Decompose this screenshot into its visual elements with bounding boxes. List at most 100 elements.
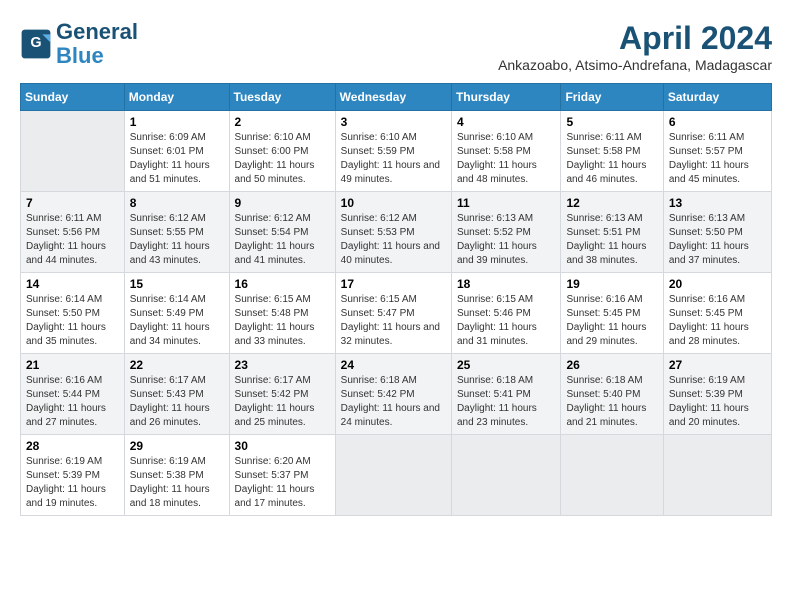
day-info: Sunrise: 6:20 AM Sunset: 5:37 PM Dayligh… [235,455,330,511]
day-number: 27 [669,358,766,372]
calendar-cell [561,435,663,516]
calendar-cell: 11 Sunrise: 6:13 AM Sunset: 5:52 PM Dayl… [451,192,561,273]
day-number: 11 [457,196,556,210]
calendar-cell: 28 Sunrise: 6:19 AM Sunset: 5:39 PM Dayl… [21,435,125,516]
calendar-week-row: 14 Sunrise: 6:14 AM Sunset: 5:50 PM Dayl… [21,273,772,354]
calendar-cell: 5 Sunrise: 6:11 AM Sunset: 5:58 PM Dayli… [561,111,663,192]
calendar-cell: 22 Sunrise: 6:17 AM Sunset: 5:43 PM Dayl… [124,354,229,435]
day-info: Sunrise: 6:14 AM Sunset: 5:50 PM Dayligh… [26,293,119,349]
day-info: Sunrise: 6:19 AM Sunset: 5:39 PM Dayligh… [669,374,766,430]
day-number: 16 [235,277,330,291]
calendar-cell [451,435,561,516]
calendar-cell: 20 Sunrise: 6:16 AM Sunset: 5:45 PM Dayl… [663,273,771,354]
calendar-cell: 12 Sunrise: 6:13 AM Sunset: 5:51 PM Dayl… [561,192,663,273]
day-number: 29 [130,439,224,453]
day-number: 1 [130,115,224,129]
calendar-cell: 16 Sunrise: 6:15 AM Sunset: 5:48 PM Dayl… [229,273,335,354]
day-number: 18 [457,277,556,291]
svg-text:G: G [30,35,41,51]
day-info: Sunrise: 6:15 AM Sunset: 5:47 PM Dayligh… [341,293,446,349]
day-info: Sunrise: 6:13 AM Sunset: 5:50 PM Dayligh… [669,212,766,268]
weekday-header-wednesday: Wednesday [335,84,451,111]
day-info: Sunrise: 6:19 AM Sunset: 5:39 PM Dayligh… [26,455,119,511]
weekday-header-tuesday: Tuesday [229,84,335,111]
calendar-cell: 2 Sunrise: 6:10 AM Sunset: 6:00 PM Dayli… [229,111,335,192]
calendar-cell: 8 Sunrise: 6:12 AM Sunset: 5:55 PM Dayli… [124,192,229,273]
day-info: Sunrise: 6:16 AM Sunset: 5:45 PM Dayligh… [669,293,766,349]
logo-text: GeneralBlue [56,20,138,68]
day-info: Sunrise: 6:09 AM Sunset: 6:01 PM Dayligh… [130,131,224,187]
calendar-cell: 29 Sunrise: 6:19 AM Sunset: 5:38 PM Dayl… [124,435,229,516]
day-info: Sunrise: 6:13 AM Sunset: 5:51 PM Dayligh… [566,212,657,268]
day-info: Sunrise: 6:16 AM Sunset: 5:44 PM Dayligh… [26,374,119,430]
day-number: 10 [341,196,446,210]
day-info: Sunrise: 6:11 AM Sunset: 5:58 PM Dayligh… [566,131,657,187]
day-info: Sunrise: 6:18 AM Sunset: 5:41 PM Dayligh… [457,374,556,430]
day-info: Sunrise: 6:15 AM Sunset: 5:48 PM Dayligh… [235,293,330,349]
day-number: 2 [235,115,330,129]
logo-icon: G [20,28,52,60]
day-number: 6 [669,115,766,129]
calendar-cell: 15 Sunrise: 6:14 AM Sunset: 5:49 PM Dayl… [124,273,229,354]
day-info: Sunrise: 6:18 AM Sunset: 5:42 PM Dayligh… [341,374,446,430]
day-number: 12 [566,196,657,210]
day-number: 22 [130,358,224,372]
calendar-cell: 24 Sunrise: 6:18 AM Sunset: 5:42 PM Dayl… [335,354,451,435]
calendar-cell: 9 Sunrise: 6:12 AM Sunset: 5:54 PM Dayli… [229,192,335,273]
day-number: 3 [341,115,446,129]
day-number: 21 [26,358,119,372]
day-number: 24 [341,358,446,372]
day-number: 17 [341,277,446,291]
title-block: April 2024 Ankazoabo, Atsimo-Andrefana, … [498,20,772,73]
calendar-cell: 27 Sunrise: 6:19 AM Sunset: 5:39 PM Dayl… [663,354,771,435]
day-number: 8 [130,196,224,210]
weekday-header-row: SundayMondayTuesdayWednesdayThursdayFrid… [21,84,772,111]
calendar-table: SundayMondayTuesdayWednesdayThursdayFrid… [20,83,772,516]
day-number: 26 [566,358,657,372]
day-number: 9 [235,196,330,210]
weekday-header-sunday: Sunday [21,84,125,111]
day-info: Sunrise: 6:11 AM Sunset: 5:56 PM Dayligh… [26,212,119,268]
calendar-cell: 10 Sunrise: 6:12 AM Sunset: 5:53 PM Dayl… [335,192,451,273]
day-info: Sunrise: 6:15 AM Sunset: 5:46 PM Dayligh… [457,293,556,349]
calendar-week-row: 7 Sunrise: 6:11 AM Sunset: 5:56 PM Dayli… [21,192,772,273]
day-number: 25 [457,358,556,372]
calendar-cell: 23 Sunrise: 6:17 AM Sunset: 5:42 PM Dayl… [229,354,335,435]
month-title: April 2024 [498,20,772,57]
weekday-header-thursday: Thursday [451,84,561,111]
weekday-header-monday: Monday [124,84,229,111]
day-info: Sunrise: 6:12 AM Sunset: 5:54 PM Dayligh… [235,212,330,268]
day-info: Sunrise: 6:10 AM Sunset: 6:00 PM Dayligh… [235,131,330,187]
calendar-cell: 4 Sunrise: 6:10 AM Sunset: 5:58 PM Dayli… [451,111,561,192]
calendar-cell: 21 Sunrise: 6:16 AM Sunset: 5:44 PM Dayl… [21,354,125,435]
day-number: 28 [26,439,119,453]
calendar-week-row: 21 Sunrise: 6:16 AM Sunset: 5:44 PM Dayl… [21,354,772,435]
logo: G GeneralBlue [20,20,138,68]
calendar-cell [21,111,125,192]
day-info: Sunrise: 6:17 AM Sunset: 5:42 PM Dayligh… [235,374,330,430]
day-info: Sunrise: 6:13 AM Sunset: 5:52 PM Dayligh… [457,212,556,268]
day-number: 30 [235,439,330,453]
page-header: G GeneralBlue April 2024 Ankazoabo, Atsi… [20,20,772,73]
day-number: 20 [669,277,766,291]
weekday-header-friday: Friday [561,84,663,111]
calendar-cell [663,435,771,516]
calendar-cell: 30 Sunrise: 6:20 AM Sunset: 5:37 PM Dayl… [229,435,335,516]
calendar-cell: 1 Sunrise: 6:09 AM Sunset: 6:01 PM Dayli… [124,111,229,192]
calendar-week-row: 1 Sunrise: 6:09 AM Sunset: 6:01 PM Dayli… [21,111,772,192]
day-number: 4 [457,115,556,129]
day-info: Sunrise: 6:17 AM Sunset: 5:43 PM Dayligh… [130,374,224,430]
day-info: Sunrise: 6:18 AM Sunset: 5:40 PM Dayligh… [566,374,657,430]
weekday-header-saturday: Saturday [663,84,771,111]
day-number: 14 [26,277,119,291]
calendar-cell: 18 Sunrise: 6:15 AM Sunset: 5:46 PM Dayl… [451,273,561,354]
day-info: Sunrise: 6:14 AM Sunset: 5:49 PM Dayligh… [130,293,224,349]
day-info: Sunrise: 6:12 AM Sunset: 5:55 PM Dayligh… [130,212,224,268]
calendar-cell: 14 Sunrise: 6:14 AM Sunset: 5:50 PM Dayl… [21,273,125,354]
calendar-cell: 6 Sunrise: 6:11 AM Sunset: 5:57 PM Dayli… [663,111,771,192]
calendar-cell: 17 Sunrise: 6:15 AM Sunset: 5:47 PM Dayl… [335,273,451,354]
day-info: Sunrise: 6:12 AM Sunset: 5:53 PM Dayligh… [341,212,446,268]
day-info: Sunrise: 6:11 AM Sunset: 5:57 PM Dayligh… [669,131,766,187]
day-info: Sunrise: 6:19 AM Sunset: 5:38 PM Dayligh… [130,455,224,511]
calendar-cell: 3 Sunrise: 6:10 AM Sunset: 5:59 PM Dayli… [335,111,451,192]
